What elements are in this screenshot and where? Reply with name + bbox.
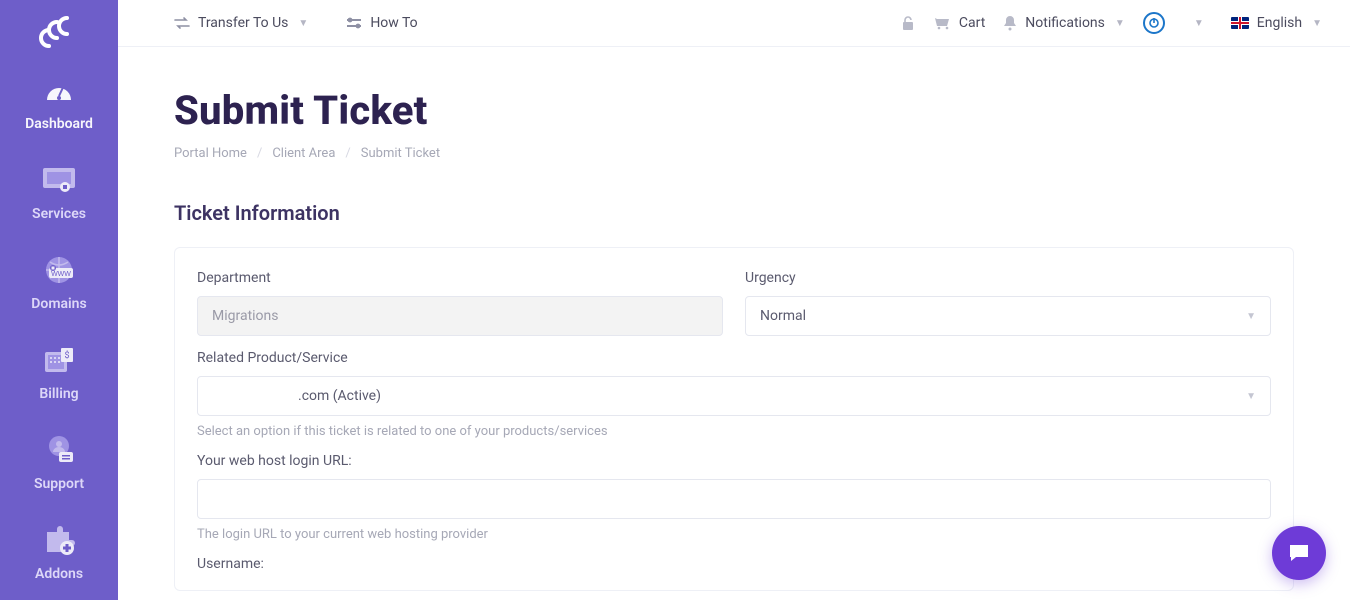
related-helper: Select an option if this ticket is relat… [197, 424, 1271, 439]
breadcrumb-client-area[interactable]: Client Area [272, 146, 335, 161]
svg-text:$: $ [64, 350, 69, 361]
sidebar-item-domains[interactable]: WWW Domains [0, 238, 118, 328]
page-title: Submit Ticket [174, 87, 1294, 134]
breadcrumb-portal-home[interactable]: Portal Home [174, 146, 247, 161]
uk-flag-icon [1231, 17, 1249, 29]
how-to-link[interactable]: How To [346, 15, 417, 31]
cart-label: Cart [959, 15, 985, 31]
support-icon [35, 432, 83, 468]
breadcrumb-separator: / [257, 146, 262, 161]
lock-icon[interactable] [901, 15, 915, 31]
billing-icon: $ [35, 342, 83, 378]
sidebar: Dashboard Services WWW Domains $ Billing… [0, 0, 118, 600]
department-label: Department [197, 270, 723, 286]
urgency-label: Urgency [745, 270, 1271, 286]
chevron-down-icon: ▼ [1194, 18, 1204, 29]
username-label: Username: [197, 556, 1271, 572]
topbar: Transfer To Us ▼ How To Cart Notificatio… [118, 0, 1350, 47]
howto-label: How To [370, 15, 417, 31]
breadcrumb-separator: / [345, 146, 350, 161]
login-url-label: Your web host login URL: [197, 453, 1271, 469]
transfer-icon [174, 16, 190, 30]
transfer-to-us-menu[interactable]: Transfer To Us ▼ [174, 15, 308, 31]
sidebar-item-dashboard[interactable]: Dashboard [0, 58, 118, 148]
brand-logo[interactable] [0, 14, 118, 50]
sidebar-label-domains: Domains [31, 296, 86, 312]
account-menu[interactable]: ▼ [1183, 18, 1213, 29]
sidebar-label-services: Services [32, 206, 86, 222]
sidebar-label-dashboard: Dashboard [25, 116, 93, 132]
related-value: .com (Active) [298, 388, 381, 404]
account-power-button[interactable] [1143, 12, 1165, 34]
related-service-select[interactable]: .com (Active) ▼ [197, 376, 1271, 416]
language-menu[interactable]: English ▼ [1231, 15, 1322, 31]
sidebar-label-addons: Addons [35, 566, 83, 582]
main-content: Submit Ticket Portal Home / Client Area … [118, 47, 1350, 600]
notifications-menu[interactable]: Notifications ▼ [1003, 15, 1125, 31]
sidebar-item-billing[interactable]: $ Billing [0, 328, 118, 418]
svg-text:WWW: WWW [51, 271, 71, 278]
chevron-down-icon: ▼ [298, 18, 308, 29]
section-title: Ticket Information [174, 201, 1294, 225]
chevron-down-icon: ▼ [1115, 18, 1125, 29]
ticket-info-card: Department Migrations Urgency Normal ▼ R… [174, 247, 1294, 591]
language-label: English [1257, 15, 1302, 31]
addons-icon [35, 522, 83, 558]
sidebar-item-support[interactable]: Support [0, 418, 118, 508]
domains-icon: WWW [35, 252, 83, 288]
breadcrumb-current: Submit Ticket [361, 146, 440, 161]
cart-icon [933, 16, 951, 30]
chat-fab[interactable] [1272, 526, 1326, 580]
urgency-select[interactable]: Normal ▼ [745, 296, 1271, 336]
howto-icon [346, 16, 362, 30]
chevron-down-icon: ▼ [1312, 18, 1322, 29]
chat-icon [1287, 542, 1311, 564]
department-value: Migrations [212, 308, 279, 324]
login-url-helper: The login URL to your current web hostin… [197, 527, 1271, 542]
chevron-down-icon: ▼ [1246, 311, 1256, 322]
sidebar-item-services[interactable]: Services [0, 148, 118, 238]
login-url-input[interactable] [197, 479, 1271, 519]
notifications-label: Notifications [1025, 15, 1105, 31]
cart-link[interactable]: Cart [933, 15, 985, 31]
chevron-down-icon: ▼ [1246, 391, 1256, 402]
related-label: Related Product/Service [197, 350, 1271, 366]
department-input: Migrations [197, 296, 723, 336]
sidebar-label-support: Support [34, 476, 84, 492]
services-icon [35, 162, 83, 198]
transfer-label: Transfer To Us [198, 15, 288, 31]
bell-icon [1003, 15, 1017, 31]
urgency-value: Normal [760, 308, 806, 324]
dashboard-icon [35, 72, 83, 108]
sidebar-item-addons[interactable]: Addons [0, 508, 118, 598]
breadcrumb: Portal Home / Client Area / Submit Ticke… [174, 146, 1294, 161]
sidebar-label-billing: Billing [39, 386, 78, 402]
